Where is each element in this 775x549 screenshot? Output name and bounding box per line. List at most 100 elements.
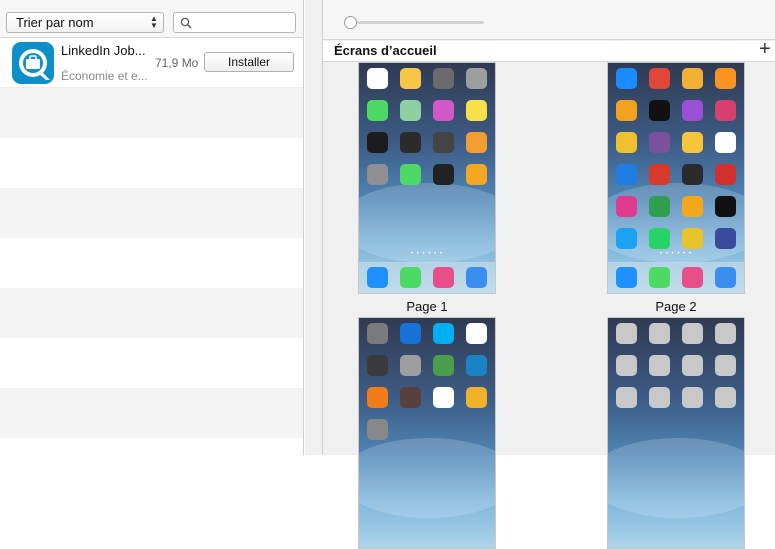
section-title: Écrans d’accueil	[334, 43, 437, 58]
app-icon[interactable]	[433, 323, 454, 344]
app-library-panel: Trier par nom ▲ ▼ LinkedIn Job... Économi…	[0, 0, 304, 455]
app-size: 71,9 Mo	[155, 56, 199, 70]
sort-dropdown-label: Trier par nom	[16, 15, 94, 30]
sort-dropdown[interactable]: Trier par nom ▲ ▼	[6, 12, 164, 33]
dock-app-icon[interactable]	[400, 267, 421, 288]
app-icon[interactable]	[715, 100, 736, 121]
app-icon[interactable]	[616, 132, 637, 153]
app-icon[interactable]	[400, 132, 421, 153]
app-icon[interactable]	[466, 164, 487, 185]
app-icon[interactable]	[367, 68, 388, 89]
app-icon[interactable]	[682, 100, 703, 121]
dock-app-icon[interactable]	[466, 267, 487, 288]
app-icon[interactable]	[367, 355, 388, 376]
app-icon[interactable]	[682, 132, 703, 153]
app-icon[interactable]	[715, 68, 736, 89]
app-icon[interactable]	[400, 387, 421, 408]
app-icon[interactable]	[682, 68, 703, 89]
app-icon[interactable]	[649, 68, 670, 89]
zoom-slider-handle[interactable]	[344, 16, 357, 29]
home-screens-panel: Écrans d’accueil + • • • • • • Page 1 • …	[322, 0, 775, 549]
app-icon[interactable]	[649, 323, 670, 344]
home-screens-header: Écrans d’accueil +	[323, 39, 775, 62]
app-icon[interactable]	[433, 387, 454, 408]
app-icon[interactable]	[682, 228, 703, 249]
app-icon[interactable]	[649, 132, 670, 153]
home-page-2[interactable]: • • • • • •	[607, 62, 745, 294]
app-icon[interactable]	[367, 419, 388, 440]
app-icon[interactable]	[400, 164, 421, 185]
app-icon[interactable]	[400, 100, 421, 121]
app-icon[interactable]	[715, 323, 736, 344]
app-icon[interactable]	[715, 228, 736, 249]
app-icon[interactable]	[466, 132, 487, 153]
app-icon[interactable]	[682, 355, 703, 376]
app-icon[interactable]	[466, 68, 487, 89]
dock-app-icon[interactable]	[433, 267, 454, 288]
app-icon[interactable]	[367, 387, 388, 408]
dock-app-icon[interactable]	[682, 267, 703, 288]
add-page-button[interactable]: +	[759, 39, 771, 59]
app-icon[interactable]	[616, 387, 637, 408]
list-row-empty	[0, 188, 303, 238]
list-row-empty	[0, 288, 303, 338]
app-icon[interactable]	[682, 323, 703, 344]
app-icon[interactable]	[649, 228, 670, 249]
zoom-slider[interactable]	[349, 21, 484, 24]
app-icon[interactable]	[649, 355, 670, 376]
dock-app-icon[interactable]	[649, 267, 670, 288]
app-icon[interactable]	[400, 323, 421, 344]
app-icon[interactable]	[616, 196, 637, 217]
linkedin-job-icon	[12, 42, 54, 84]
list-item-app[interactable]: LinkedIn Job... Économie et e... 71,9 Mo…	[0, 38, 303, 88]
app-icon[interactable]	[466, 323, 487, 344]
app-category: Économie et e...	[61, 69, 148, 83]
home-page-3[interactable]	[358, 317, 496, 549]
search-input[interactable]	[173, 12, 296, 33]
page-label-1: Page 1	[406, 299, 448, 314]
home-page-4[interactable]	[607, 317, 745, 549]
app-icon[interactable]	[367, 132, 388, 153]
app-icon[interactable]	[682, 387, 703, 408]
app-icon[interactable]	[649, 164, 670, 185]
install-button[interactable]: Installer	[204, 52, 294, 72]
page-dots: • • • • • •	[411, 251, 443, 257]
app-icon[interactable]	[682, 196, 703, 217]
app-icon[interactable]	[433, 355, 454, 376]
app-icon[interactable]	[466, 100, 487, 121]
app-icon[interactable]	[649, 387, 670, 408]
app-icon[interactable]	[715, 132, 736, 153]
app-icon[interactable]	[433, 132, 454, 153]
app-icon[interactable]	[616, 164, 637, 185]
app-name: LinkedIn Job...	[61, 43, 146, 58]
app-icon[interactable]	[649, 100, 670, 121]
dock-app-icon[interactable]	[715, 267, 736, 288]
panel-divider	[305, 0, 322, 455]
page-label-2: Page 2	[655, 299, 697, 314]
app-icon[interactable]	[616, 100, 637, 121]
home-page-1[interactable]: • • • • • •	[358, 62, 496, 294]
app-icon[interactable]	[466, 387, 487, 408]
app-icon[interactable]	[367, 100, 388, 121]
app-icon[interactable]	[616, 323, 637, 344]
app-icon[interactable]	[649, 196, 670, 217]
dock-app-icon[interactable]	[367, 267, 388, 288]
app-icon[interactable]	[466, 355, 487, 376]
app-icon[interactable]	[616, 228, 637, 249]
app-icon[interactable]	[400, 68, 421, 89]
app-icon[interactable]	[715, 164, 736, 185]
app-icon[interactable]	[715, 355, 736, 376]
app-icon[interactable]	[715, 196, 736, 217]
library-toolbar: Trier par nom ▲ ▼	[0, 0, 303, 38]
dock-app-icon[interactable]	[616, 267, 637, 288]
app-icon[interactable]	[433, 68, 454, 89]
app-icon[interactable]	[616, 68, 637, 89]
app-icon[interactable]	[616, 355, 637, 376]
app-icon[interactable]	[715, 387, 736, 408]
app-icon[interactable]	[433, 164, 454, 185]
app-icon[interactable]	[367, 323, 388, 344]
app-icon[interactable]	[400, 355, 421, 376]
app-icon[interactable]	[682, 164, 703, 185]
app-icon[interactable]	[367, 164, 388, 185]
app-icon[interactable]	[433, 100, 454, 121]
